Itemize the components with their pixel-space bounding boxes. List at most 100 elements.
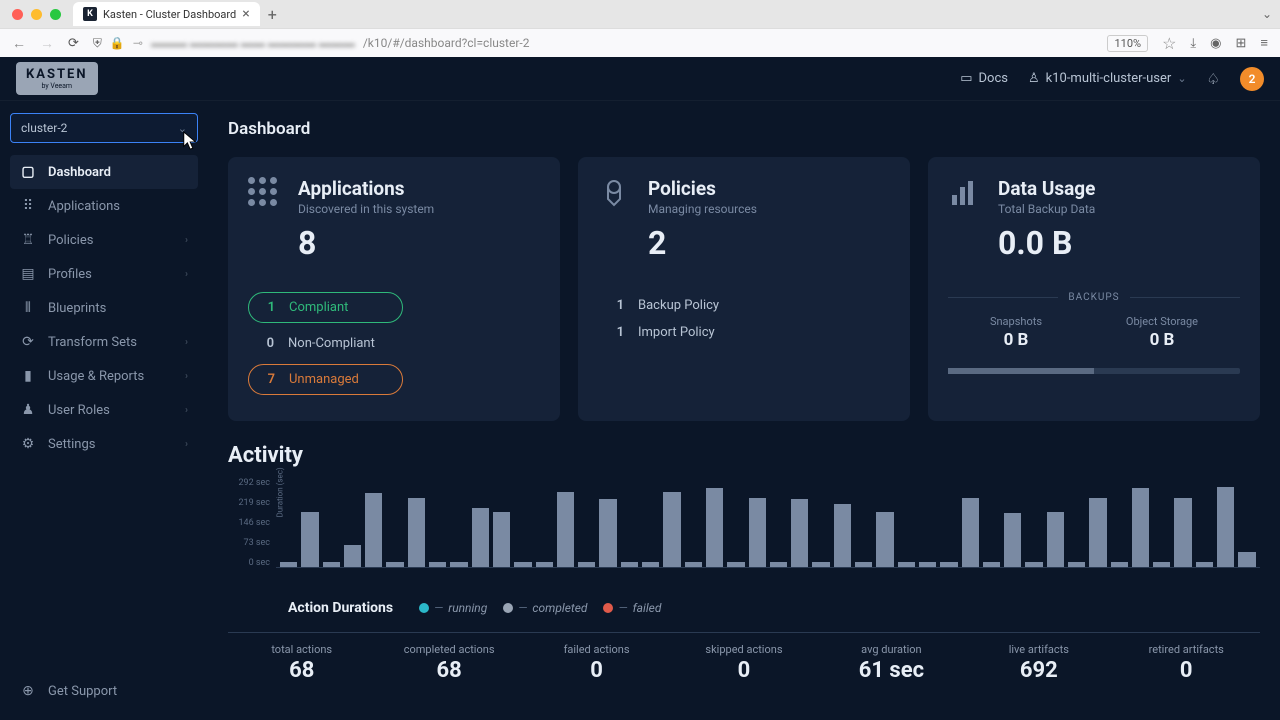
chart-bar[interactable] [344, 545, 361, 567]
chart-bar[interactable] [962, 498, 979, 567]
chart-bar[interactable] [663, 492, 680, 568]
status-compliant[interactable]: 1Compliant [248, 292, 403, 323]
chart-bar[interactable] [919, 562, 936, 567]
chart-bar[interactable] [855, 562, 872, 567]
cluster-selector[interactable]: cluster-2 ⌄ [10, 113, 198, 143]
extension-icon[interactable]: ◉ [1210, 36, 1221, 51]
sidebar-item-profiles[interactable]: ▤Profiles› [10, 257, 198, 291]
get-support-link[interactable]: ⊕ Get Support [10, 674, 198, 708]
sidebar-item-applications[interactable]: ⠿Applications [10, 189, 198, 223]
url-box[interactable]: ⛨ 🔒 ⊸ ▬▬▬ ▬▬▬▬ ▬▬ ▬▬▬▬ ▬▬▬ /k10/#/dashbo… [93, 36, 1094, 51]
chart-bar[interactable] [429, 562, 446, 567]
minimize-window-icon[interactable] [31, 9, 42, 20]
tabs-dropdown-icon[interactable]: ⌄ [1262, 7, 1272, 21]
legend-title: Action Durations [288, 600, 393, 616]
sidebar-item-transform-sets[interactable]: ⟳Transform Sets› [10, 325, 198, 359]
chart-bar[interactable] [514, 562, 531, 567]
policies-count: 2 [648, 224, 890, 262]
chart-bar[interactable] [1004, 513, 1021, 567]
forward-button[interactable]: → [40, 35, 54, 52]
chart-bar[interactable] [280, 562, 297, 567]
chart-bar[interactable] [642, 562, 659, 567]
sidebar-item-dashboard[interactable]: ▢Dashboard [10, 155, 198, 189]
sidebar-item-policies[interactable]: ♖Policies› [10, 223, 198, 257]
chart-bar[interactable] [472, 508, 489, 567]
chart-bar[interactable] [578, 562, 595, 567]
chart-bar[interactable] [770, 562, 787, 567]
status-noncompliant[interactable]: 0Non-Compliant [248, 329, 403, 358]
status-unmanaged[interactable]: 7Unmanaged [248, 364, 403, 395]
chart-bar[interactable] [599, 499, 616, 567]
bell-icon[interactable]: ♤ [1207, 70, 1220, 88]
chart-bar[interactable] [323, 562, 340, 567]
chart-bar[interactable] [1153, 562, 1170, 567]
sidebar-item-usage-reports[interactable]: ▮Usage & Reports› [10, 359, 198, 393]
chart-bar[interactable] [536, 562, 553, 567]
address-bar: ← → ⟳ ⛨ 🔒 ⊸ ▬▬▬ ▬▬▬▬ ▬▬ ▬▬▬▬ ▬▬▬ /k10/#/… [0, 28, 1280, 57]
chart-bar[interactable] [791, 499, 808, 567]
chart-bar[interactable] [940, 562, 957, 567]
chart-bar[interactable] [1132, 488, 1149, 567]
nav-label: Usage & Reports [48, 369, 144, 384]
chart-bar[interactable] [685, 562, 702, 567]
zoom-level[interactable]: 110% [1107, 35, 1148, 52]
chart-bar[interactable] [812, 562, 829, 567]
chart-bar[interactable] [876, 512, 893, 567]
stat-failed-actions: failed actions0 [523, 643, 670, 683]
download-icon[interactable]: ⤓ [1190, 36, 1196, 51]
chart-bar[interactable] [1238, 552, 1255, 567]
chart-bar[interactable] [1025, 562, 1042, 567]
chart-bar[interactable] [557, 492, 574, 568]
reload-button[interactable]: ⟳ [68, 36, 79, 51]
close-tab-icon[interactable]: × [242, 6, 249, 22]
policy-row[interactable]: 1Backup Policy [598, 292, 890, 319]
chart-bar[interactable] [621, 562, 638, 567]
close-window-icon[interactable] [12, 9, 23, 20]
chart-bar[interactable] [834, 504, 851, 567]
chart-bar[interactable] [1111, 562, 1128, 567]
policy-row[interactable]: 1Import Policy [598, 319, 890, 346]
stats-row: total actions68completed actions68failed… [228, 632, 1260, 683]
chart-bar[interactable] [1196, 562, 1213, 567]
sidebar-item-blueprints[interactable]: ⫴Blueprints [10, 291, 198, 325]
extensions-icon[interactable]: ⊞ [1236, 36, 1247, 51]
chart-bar[interactable] [365, 493, 382, 567]
chart-bar[interactable] [898, 562, 915, 567]
window-controls[interactable] [12, 9, 61, 20]
chart-bar[interactable] [301, 512, 318, 567]
new-tab-button[interactable]: + [268, 5, 277, 24]
chart-bar[interactable] [983, 562, 1000, 567]
chart-bar[interactable] [493, 512, 510, 567]
notification-badge[interactable]: 2 [1240, 67, 1264, 91]
maximize-window-icon[interactable] [50, 9, 61, 20]
sidebar-item-settings[interactable]: ⚙Settings› [10, 427, 198, 461]
data-usage-card[interactable]: Data Usage Total Backup Data 0.0 B BACKU… [928, 157, 1260, 421]
chart-bar[interactable] [706, 488, 723, 567]
chart-bar[interactable] [386, 562, 403, 567]
browser-tab[interactable]: K Kasten - Cluster Dashboard × [73, 2, 260, 26]
usage-progress [948, 368, 1240, 374]
chart-bar[interactable] [408, 498, 425, 567]
docs-link[interactable]: ▭ Docs [960, 71, 1008, 86]
chart-bar[interactable] [1047, 512, 1064, 567]
chart-bar[interactable] [450, 562, 467, 567]
legend-running: —running [419, 601, 487, 615]
sidebar-item-user-roles[interactable]: ♟User Roles› [10, 393, 198, 427]
bookmark-icon[interactable]: ☆ [1162, 34, 1176, 53]
nav-label: User Roles [48, 403, 110, 418]
back-button[interactable]: ← [12, 35, 26, 52]
chart-bar[interactable] [1174, 498, 1191, 567]
page-title: Dashboard [228, 119, 1260, 139]
chart-bar[interactable] [727, 562, 744, 567]
chart-bar[interactable] [1068, 562, 1085, 567]
applications-card[interactable]: Applications Discovered in this system 8… [228, 157, 560, 421]
y-axis-label: Duration (sec) [276, 467, 285, 517]
card-subtitle: Total Backup Data [998, 202, 1240, 216]
menu-icon[interactable]: ≡ [1260, 35, 1268, 51]
chart-bar[interactable] [749, 498, 766, 567]
policies-card[interactable]: Policies Managing resources 2 1Backup Po… [578, 157, 910, 421]
user-menu[interactable]: ♙ k10-multi-cluster-user ⌄ [1028, 71, 1187, 86]
logo[interactable]: KASTEN by Veeam [16, 62, 98, 95]
chart-bar[interactable] [1089, 498, 1106, 567]
chart-bar[interactable] [1217, 487, 1234, 567]
